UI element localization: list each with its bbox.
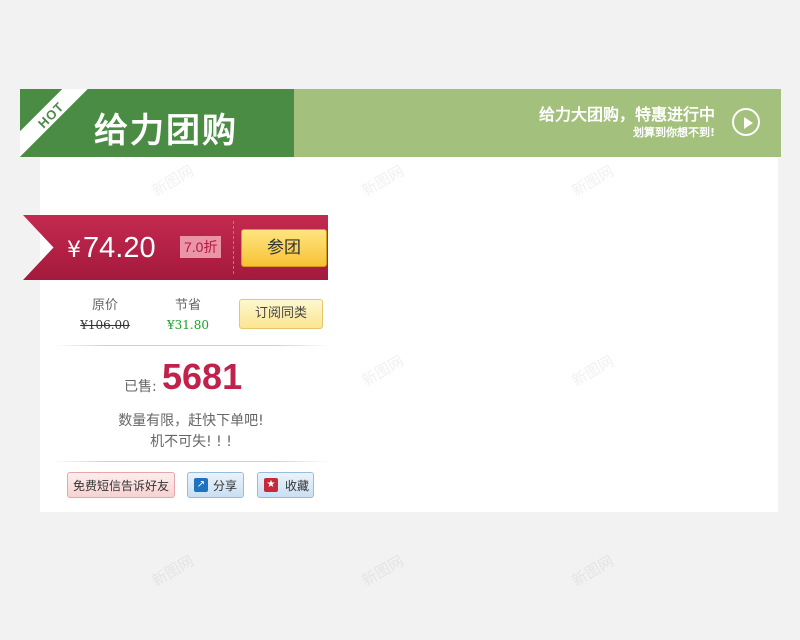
price-value: 74.20	[83, 232, 156, 264]
original-price: ¥106.00	[80, 318, 130, 332]
banner-slogan-area: 给力大团购，特惠进行中 划算到你想不到!	[294, 89, 781, 157]
saving-amount: ¥31.80	[167, 318, 209, 332]
sold-label: 已售:	[124, 379, 157, 395]
deal-card	[40, 157, 778, 512]
subscribe-similar-button[interactable]: 订阅同类	[239, 299, 323, 329]
join-group-button[interactable]: 参团	[241, 229, 327, 267]
favorite-label: 收藏	[285, 479, 310, 493]
sold-count: 5681	[162, 356, 243, 397]
currency-symbol: ¥	[67, 238, 81, 263]
watermark: 新图网	[568, 551, 617, 590]
banner-title-area: HOT 给力团购	[20, 89, 294, 157]
discount-badge: 7.0折	[180, 236, 222, 258]
share-icon: ↗	[194, 478, 208, 492]
share-label: 分享	[213, 479, 238, 493]
slogan-main: 给力大团购，特惠进行中	[538, 105, 715, 124]
urgency-message-line2: 机不可失! ! !	[150, 434, 232, 450]
hot-ribbon: HOT	[20, 89, 99, 157]
share-button[interactable]: ↗ 分享	[187, 472, 244, 498]
divider	[52, 345, 330, 346]
favorite-button[interactable]: ★ 收藏	[257, 472, 314, 498]
banner-title: 给力团购	[94, 111, 238, 151]
deal-price: ¥74.20	[67, 232, 156, 265]
price-bar: ¥74.20 7.0折 参团	[23, 215, 328, 280]
price-divider	[233, 221, 235, 274]
saving-label: 节省	[174, 298, 201, 313]
slogan-sub: 划算到你想不到!	[632, 126, 715, 139]
divider	[52, 461, 330, 462]
slogan: 给力大团购，特惠进行中 划算到你想不到!	[539, 105, 715, 141]
urgency-message-line1: 数量有限，赶快下单吧!	[118, 413, 264, 429]
sms-friend-button[interactable]: 免费短信告诉好友	[67, 472, 175, 498]
play-circle-icon[interactable]	[732, 108, 760, 136]
star-icon: ★	[264, 478, 278, 492]
watermark: 新图网	[358, 551, 407, 590]
watermark: 新图网	[148, 551, 197, 590]
original-price-label: 原价	[91, 298, 118, 313]
hot-label: HOT	[34, 98, 68, 132]
